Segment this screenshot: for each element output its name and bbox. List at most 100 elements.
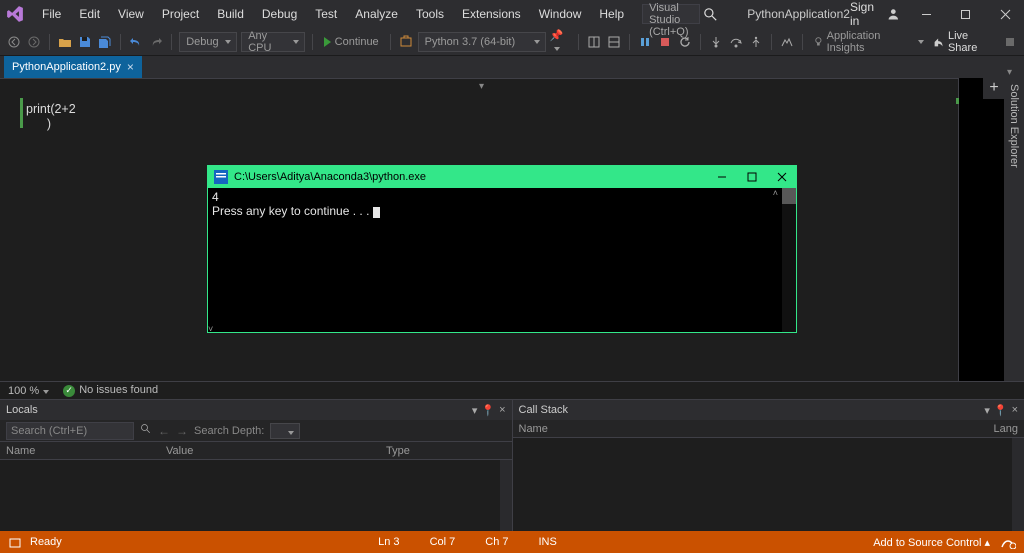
callstack-title: Call Stack xyxy=(519,404,569,416)
app-insights-label: Application Insights xyxy=(827,30,910,54)
status-bar: Ready Ln 3 Col 7 Ch 7 INS Add to Source … xyxy=(0,531,1024,553)
right-sidebar: Solution Explorer xyxy=(1004,78,1024,381)
panel-close-icon[interactable]: × xyxy=(1012,404,1018,417)
console-window: C:\Users\Aditya\Anaconda3\python.exe ˄ ˅… xyxy=(207,165,797,333)
locals-scrollbar[interactable] xyxy=(500,460,512,539)
layout-icon[interactable] xyxy=(586,33,602,51)
search-next-icon[interactable]: → xyxy=(176,424,188,438)
global-search-input[interactable]: Search Visual Studio (Ctrl+Q) xyxy=(642,4,700,24)
status-ch[interactable]: Ch 7 xyxy=(485,536,508,548)
panel-close-icon[interactable]: × xyxy=(499,404,505,417)
env-pin-dropdown[interactable]: 📌 xyxy=(550,29,571,54)
console-minimize-icon[interactable] xyxy=(714,169,730,185)
solution-explorer-tab[interactable]: Solution Explorer xyxy=(1008,84,1020,168)
sign-in-label: Sign in xyxy=(850,0,883,28)
close-button[interactable] xyxy=(993,3,1018,25)
menu-debug[interactable]: Debug xyxy=(254,3,305,25)
col-name[interactable]: Name xyxy=(6,445,166,457)
menu-build[interactable]: Build xyxy=(209,3,252,25)
stop-icon[interactable] xyxy=(657,33,673,51)
panel-dropdown-icon[interactable]: ▾ xyxy=(984,404,990,417)
notifications-icon[interactable] xyxy=(1002,33,1018,51)
menu-view[interactable]: View xyxy=(110,3,152,25)
nav-back-icon[interactable] xyxy=(6,33,22,51)
search-prev-icon[interactable]: ← xyxy=(158,424,170,438)
locals-search-icon[interactable] xyxy=(140,423,152,438)
continue-button[interactable]: Continue xyxy=(320,36,383,48)
callstack-header[interactable]: Call Stack ▾ 📍 × xyxy=(513,400,1024,420)
layout2-icon[interactable] xyxy=(606,33,622,51)
menu-tools[interactable]: Tools xyxy=(408,3,452,25)
attach-icon[interactable] xyxy=(398,33,414,51)
menu-project[interactable]: Project xyxy=(154,3,207,25)
config-dropdown[interactable]: Debug xyxy=(179,32,237,52)
menu-analyze[interactable]: Analyze xyxy=(347,3,406,25)
console-output[interactable]: ˄ ˅ 4Press any key to continue . . . xyxy=(208,188,796,332)
step-into-icon[interactable] xyxy=(708,33,724,51)
redo-icon[interactable] xyxy=(148,33,164,51)
platform-dropdown[interactable]: Any CPU xyxy=(241,32,305,52)
sign-in-button[interactable]: Sign in xyxy=(850,0,900,28)
save-icon[interactable] xyxy=(77,33,93,51)
console-scrollbar[interactable] xyxy=(782,188,796,332)
app-insights-button[interactable]: Application Insights xyxy=(810,30,928,54)
cs-col-name[interactable]: Name xyxy=(519,423,994,435)
console-close-icon[interactable] xyxy=(774,169,790,185)
console-scroll-up-icon[interactable]: ˄ xyxy=(773,188,778,198)
console-app-icon xyxy=(214,170,228,184)
search-icon[interactable] xyxy=(704,3,717,25)
panel-pin-icon[interactable]: 📍 xyxy=(481,404,495,417)
add-column-icon[interactable]: + xyxy=(983,77,1005,99)
col-value[interactable]: Value xyxy=(166,445,386,457)
save-all-icon[interactable] xyxy=(97,33,113,51)
console-titlebar[interactable]: C:\Users\Aditya\Anaconda3\python.exe xyxy=(208,166,796,188)
status-col[interactable]: Col 7 xyxy=(430,536,456,548)
panel-dropdown-icon[interactable]: ▾ xyxy=(472,404,478,417)
callstack-body xyxy=(513,438,1024,539)
col-type[interactable]: Type xyxy=(386,445,506,457)
overview-map[interactable]: + xyxy=(958,78,1004,381)
undo-icon[interactable] xyxy=(128,33,144,51)
menu-window[interactable]: Window xyxy=(531,3,590,25)
menu-edit[interactable]: Edit xyxy=(71,3,108,25)
panel-pin-icon[interactable]: 📍 xyxy=(994,404,1008,417)
locals-header[interactable]: Locals ▾ 📍 × xyxy=(0,400,512,420)
menu-test[interactable]: Test xyxy=(307,3,345,25)
status-ln[interactable]: Ln 3 xyxy=(378,536,399,548)
locals-panel: Locals ▾ 📍 × Search (Ctrl+E) ← → Search … xyxy=(0,399,512,539)
step-over-icon[interactable] xyxy=(728,33,744,51)
menu-extensions[interactable]: Extensions xyxy=(454,3,529,25)
menu-file[interactable]: File xyxy=(34,3,69,25)
search-depth-dropdown[interactable] xyxy=(270,423,300,439)
main-menu: File Edit View Project Build Debug Test … xyxy=(34,3,632,25)
source-control-button[interactable]: Add to Source Control ▴ xyxy=(873,536,990,549)
minimize-button[interactable] xyxy=(914,3,939,25)
live-share-button[interactable]: Live Share xyxy=(932,30,994,54)
editor-status-strip: 100 % ✓No issues found xyxy=(0,381,1024,399)
status-ins[interactable]: INS xyxy=(539,536,557,548)
console-scroll-down-icon[interactable]: ˅ xyxy=(208,324,218,332)
zoom-level[interactable]: 100 % xyxy=(8,385,49,397)
locals-search-input[interactable]: Search (Ctrl+E) xyxy=(6,422,134,440)
maximize-button[interactable] xyxy=(953,3,978,25)
intellitrace-icon[interactable] xyxy=(779,33,795,51)
tab-close-icon[interactable]: × xyxy=(127,60,134,74)
open-file-icon[interactable] xyxy=(57,33,73,51)
console-maximize-icon[interactable] xyxy=(744,169,760,185)
step-out-icon[interactable] xyxy=(748,33,764,51)
nav-forward-icon[interactable] xyxy=(26,33,42,51)
navbar-dropdown-icon[interactable]: ▾ xyxy=(479,81,484,92)
menu-help[interactable]: Help xyxy=(591,3,632,25)
locals-body xyxy=(0,460,512,539)
toolbar: Debug Any CPU Continue Python 3.7 (64-bi… xyxy=(0,28,1024,56)
cs-col-lang[interactable]: Lang xyxy=(994,423,1018,435)
callstack-scrollbar[interactable] xyxy=(1012,438,1024,539)
tabs-overflow-icon[interactable]: ▾ xyxy=(1007,67,1012,78)
restart-icon[interactable] xyxy=(677,33,693,51)
issues-status[interactable]: ✓No issues found xyxy=(63,384,158,397)
notifications-status-icon[interactable] xyxy=(1000,535,1016,549)
pause-icon[interactable] xyxy=(637,33,653,51)
tab-active[interactable]: PythonApplication2.py × xyxy=(4,56,142,78)
change-indicator xyxy=(20,98,23,128)
environment-dropdown[interactable]: Python 3.7 (64-bit) xyxy=(418,32,546,52)
